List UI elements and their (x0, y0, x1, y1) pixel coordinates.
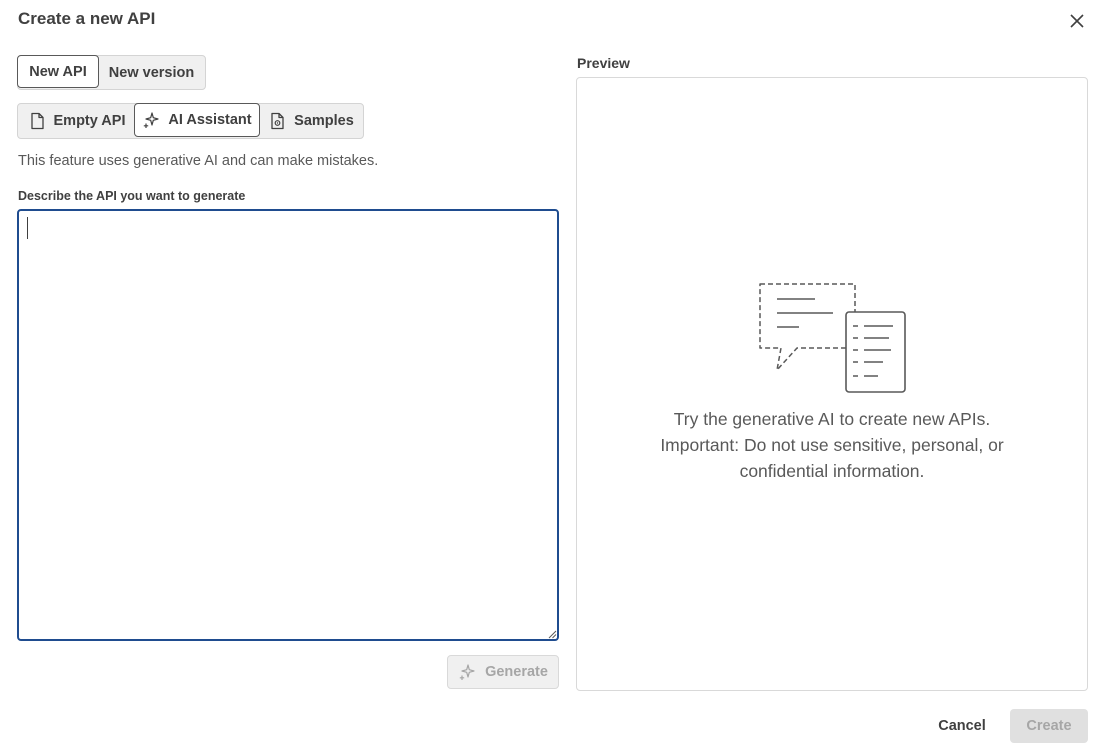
dialog-title: Create a new API (18, 9, 156, 28)
tab-new-api-label: New API (29, 63, 87, 80)
tab-empty-api-label: Empty API (53, 113, 126, 129)
close-button[interactable] (1066, 10, 1088, 32)
sparkle-icon (458, 663, 476, 681)
tab-new-api[interactable]: New API (17, 55, 99, 88)
tab-empty-api[interactable]: Empty API (18, 104, 135, 138)
preview-empty-message: Try the generative AI to create new APIs… (620, 406, 1044, 484)
create-button[interactable]: Create (1010, 709, 1088, 743)
chat-document-illustration-icon (759, 283, 906, 393)
preview-message-line: Important: Do not use sensitive, persona… (660, 435, 1004, 455)
document-icon (28, 112, 46, 130)
tab-new-version-label: New version (108, 64, 195, 81)
text-caret (27, 217, 28, 239)
ai-disclaimer: This feature uses generative AI and can … (18, 153, 379, 169)
tab-samples[interactable]: Samples (259, 104, 363, 138)
sparkle-icon (142, 111, 160, 129)
prompt-label: Describe the API you want to generate (18, 189, 246, 203)
source-segmented-control: Empty API AI Assistant Samples (17, 103, 364, 139)
generate-button-label: Generate (485, 664, 548, 680)
cancel-button[interactable]: Cancel (925, 709, 999, 743)
tab-ai-assistant-label: AI Assistant (168, 112, 252, 128)
tab-new-version[interactable]: New version (98, 56, 205, 89)
tab-ai-assistant[interactable]: AI Assistant (134, 103, 260, 137)
preview-message-line: confidential information. (739, 461, 925, 481)
close-icon (1070, 14, 1084, 28)
tab-samples-label: Samples (294, 113, 354, 129)
api-description-input[interactable] (17, 209, 559, 641)
mode-segmented-control: New API New version (17, 55, 206, 90)
sample-document-icon (268, 112, 286, 130)
preview-label: Preview (577, 55, 630, 71)
generate-button[interactable]: Generate (447, 655, 559, 689)
preview-message-line: Try the generative AI to create new APIs… (673, 409, 991, 429)
resize-handle-icon[interactable] (547, 629, 557, 639)
